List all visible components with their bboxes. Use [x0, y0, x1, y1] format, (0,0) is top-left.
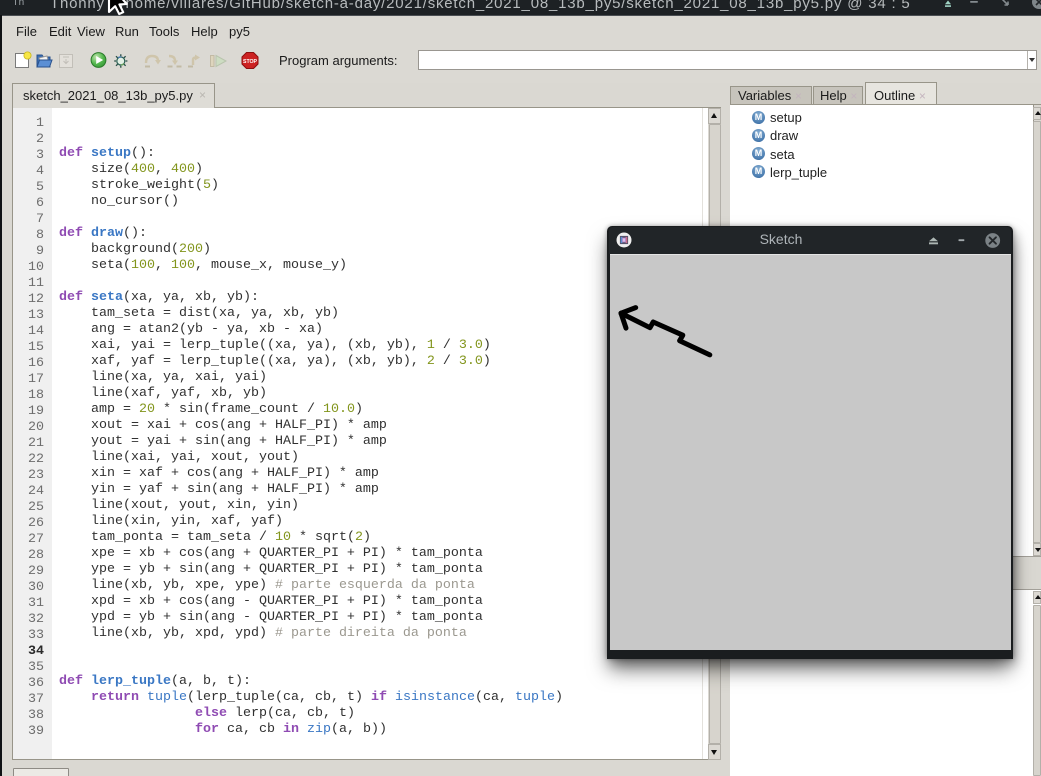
svg-text:STOP: STOP	[243, 59, 258, 65]
